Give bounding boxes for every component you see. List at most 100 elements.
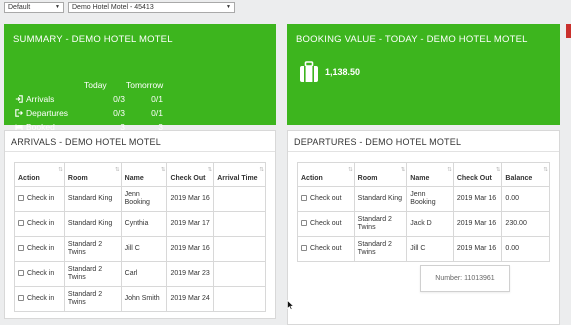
column-header-action[interactable]: Action ⇅: [14, 162, 65, 187]
name-cell[interactable]: Cynthia: [120, 211, 168, 237]
check-out-action[interactable]: Check out: [297, 211, 355, 237]
luggage-icon: [300, 61, 318, 82]
name-cell[interactable]: Jenn Booking: [406, 186, 454, 212]
departures-title: DEPARTURES - DEMO HOTEL MOTEL: [288, 131, 559, 152]
sort-icon[interactable]: ⇅: [115, 166, 120, 175]
table-row: Check in Standard King Jenn Booking 2019…: [14, 186, 266, 212]
checkout-cell: 2019 Mar 16: [452, 211, 503, 237]
check-in-action[interactable]: Check in: [14, 211, 65, 237]
top-bar: Default ▼ Demo Hotel Motel - 45413 ▼: [4, 2, 235, 14]
summary-row-departures: Departures 0/3 0/1: [15, 108, 165, 120]
table-row: Check out Standard 2 Twins Jack D 2019 M…: [297, 211, 550, 237]
column-header-room[interactable]: Room ⇅: [63, 162, 122, 187]
column-header-name[interactable]: Name ⇅: [120, 162, 168, 187]
arrivals-title: ARRIVALS - DEMO HOTEL MOTEL: [5, 131, 275, 152]
arrival-time-cell: [213, 286, 266, 312]
balance-cell: 0.00: [501, 186, 550, 212]
name-cell[interactable]: Jack D: [406, 211, 454, 237]
checkout-cell: 2019 Mar 16: [452, 236, 503, 262]
number-tooltip: Number: 11013961: [420, 265, 510, 292]
name-cell[interactable]: Jill C: [120, 236, 168, 262]
sort-icon[interactable]: ⇅: [161, 166, 166, 175]
arrival-time-cell: [213, 236, 266, 262]
summary-col-tomorrow: Tomorrow: [126, 80, 164, 90]
room-cell: Standard King: [63, 211, 122, 237]
room-cell: Standard 2 Twins: [63, 236, 122, 262]
column-header-check-out[interactable]: Check Out ⇅: [452, 162, 503, 187]
checkout-cell: 2019 Mar 16: [166, 186, 215, 212]
check-out-action[interactable]: Check out: [297, 186, 355, 212]
balance-cell: 230.00: [501, 211, 550, 237]
column-header-room[interactable]: Room ⇅: [353, 162, 408, 187]
sort-icon[interactable]: ⇅: [496, 166, 501, 175]
summary-panel: SUMMARY - DEMO HOTEL MOTEL Today Tomorro…: [4, 24, 276, 132]
column-header-balance[interactable]: Balance ⇅: [501, 162, 550, 187]
sign-out-icon: [15, 109, 23, 117]
sort-icon[interactable]: ⇅: [401, 166, 406, 175]
booking-value-panel: BOOKING VALUE - TODAY - DEMO HOTEL MOTEL…: [287, 24, 560, 125]
arrival-time-cell: [213, 261, 266, 287]
check-out-action[interactable]: Check out: [297, 236, 355, 262]
table-row: Check in Standard 2 Twins John Smith 201…: [14, 286, 266, 312]
booking-value-amount: 1,138.50: [325, 67, 361, 77]
mouse-cursor-icon: [287, 300, 294, 310]
check-out-checkbox[interactable]: [301, 244, 307, 251]
sort-icon[interactable]: ⇅: [208, 166, 213, 175]
summary-col-today: Today: [84, 80, 107, 90]
name-cell[interactable]: John Smith: [120, 286, 168, 312]
checkout-cell: 2019 Mar 16: [452, 186, 503, 212]
column-header-arrival-time[interactable]: Arrival Time ⇅: [213, 162, 266, 187]
room-cell: Standard King: [353, 186, 408, 212]
table-header-row: Action ⇅ Room ⇅ Name ⇅ Check Out ⇅ Arrival T…: [14, 162, 266, 187]
check-in-action[interactable]: Check in: [14, 261, 65, 287]
side-tab[interactable]: [566, 24, 571, 38]
name-cell[interactable]: Jill C: [406, 236, 454, 262]
check-in-checkbox[interactable]: [18, 294, 24, 301]
arrival-time-cell: [213, 211, 266, 237]
summary-tomorrow-value: 0/1: [151, 94, 163, 104]
booking-value-title: BOOKING VALUE - TODAY - DEMO HOTEL MOTEL: [296, 34, 528, 45]
summary-today-value: 0/3: [113, 108, 125, 118]
name-cell[interactable]: Jenn Booking: [120, 186, 168, 212]
arrival-time-cell: [213, 186, 266, 212]
sort-icon[interactable]: ⇅: [58, 166, 63, 175]
check-in-action[interactable]: Check in: [14, 286, 65, 312]
arrivals-table: Action ⇅ Room ⇅ Name ⇅ Check Out ⇅ Arrival T…: [14, 162, 266, 312]
sort-icon[interactable]: ⇅: [259, 166, 264, 175]
check-out-checkbox[interactable]: [301, 194, 307, 201]
sort-icon[interactable]: ⇅: [447, 166, 452, 175]
column-header-action[interactable]: Action ⇅: [297, 162, 355, 187]
check-in-checkbox[interactable]: [18, 244, 24, 251]
table-row: Check in Standard 2 Twins Jill C 2019 Ma…: [14, 236, 266, 262]
chevron-down-icon: ▼: [55, 4, 60, 10]
check-in-action[interactable]: Check in: [14, 186, 65, 212]
summary-title: SUMMARY - DEMO HOTEL MOTEL: [13, 34, 173, 45]
property-select[interactable]: Default ▼: [4, 2, 64, 13]
check-out-checkbox[interactable]: [301, 219, 307, 226]
column-header-name[interactable]: Name ⇅: [406, 162, 454, 187]
checkout-cell: 2019 Mar 17: [166, 211, 215, 237]
balance-cell: 0.00: [501, 236, 550, 262]
property-select-value: Default: [8, 4, 31, 11]
column-header-check-out[interactable]: Check Out ⇅: [166, 162, 215, 187]
check-in-checkbox[interactable]: [18, 269, 24, 276]
summary-label: Arrivals: [26, 94, 55, 104]
departures-table: Action ⇅ Room ⇅ Name ⇅ Check Out ⇅ Balance ⇅ …: [297, 162, 550, 262]
sort-icon[interactable]: ⇅: [348, 166, 353, 175]
check-in-checkbox[interactable]: [18, 194, 24, 201]
hotel-select-value: Demo Hotel Motel - 45413: [72, 4, 154, 11]
name-cell[interactable]: Carl: [120, 261, 168, 287]
hotel-select[interactable]: Demo Hotel Motel - 45413 ▼: [68, 2, 235, 13]
sort-icon[interactable]: ⇅: [543, 166, 548, 175]
summary-row-arrivals: Arrivals 0/3 0/1: [15, 94, 165, 106]
check-in-action[interactable]: Check in: [14, 236, 65, 262]
room-cell: Standard 2 Twins: [353, 211, 408, 237]
summary-today-value: 0/3: [113, 94, 125, 104]
table-header-row: Action ⇅ Room ⇅ Name ⇅ Check Out ⇅ Balance ⇅: [297, 162, 550, 187]
check-in-checkbox[interactable]: [18, 219, 24, 226]
table-row: Check out Standard King Jenn Booking 201…: [297, 186, 550, 212]
checkout-cell: 2019 Mar 24: [166, 286, 215, 312]
chevron-down-icon: ▼: [226, 4, 231, 10]
checkout-cell: 2019 Mar 16: [166, 236, 215, 262]
room-cell: Standard 2 Twins: [63, 286, 122, 312]
